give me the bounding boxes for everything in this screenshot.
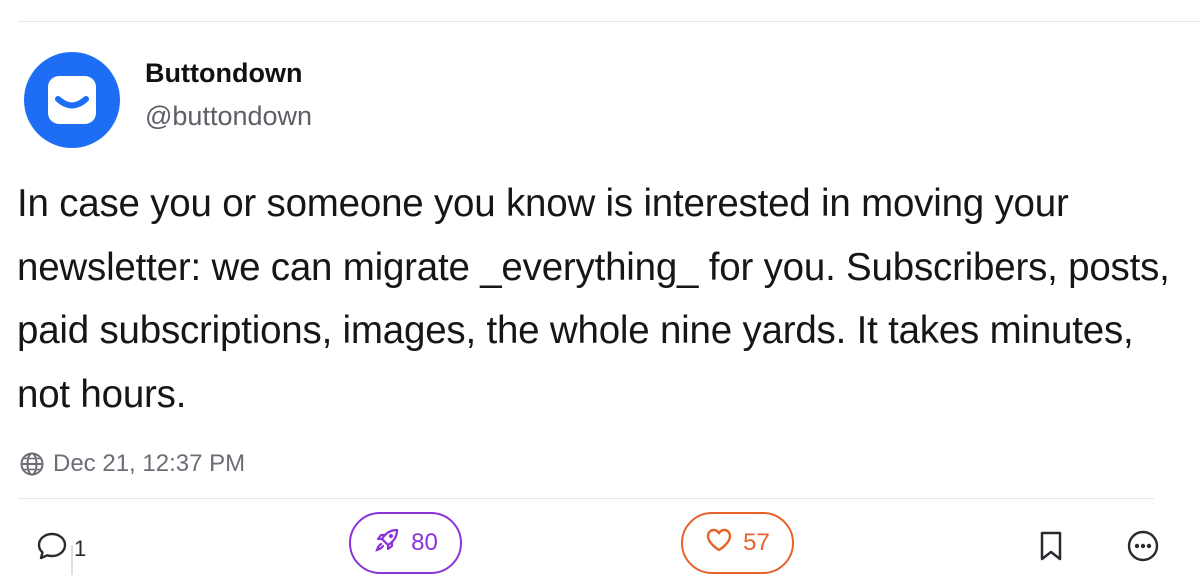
author-display-name[interactable]: Buttondown <box>145 58 302 89</box>
post-meta: Dec 21, 12:37 PM <box>19 450 245 478</box>
post-timestamp[interactable]: Dec 21, 12:37 PM <box>53 450 245 478</box>
more-options-button[interactable] <box>1126 529 1160 568</box>
thread-line <box>71 545 73 575</box>
post-actions-bar: 1 80 57 <box>0 512 1200 575</box>
boost-count: 80 <box>411 529 438 556</box>
reply-count: 1 <box>74 536 87 561</box>
bookmark-button[interactable] <box>1038 530 1064 567</box>
globe-icon <box>19 451 45 477</box>
more-options-icon <box>1126 530 1160 567</box>
like-count: 57 <box>743 529 770 556</box>
post-card: Buttondown @buttondown In case you or so… <box>0 0 1200 575</box>
speech-bubble-icon <box>36 530 68 568</box>
rocket-icon <box>373 526 401 561</box>
actions-divider <box>18 498 1154 499</box>
author-avatar[interactable] <box>24 52 120 148</box>
boost-button[interactable]: 80 <box>349 512 462 574</box>
buttondown-logo-icon <box>48 76 96 124</box>
like-button[interactable]: 57 <box>681 512 794 574</box>
reply-button[interactable]: 1 <box>36 530 86 568</box>
bookmark-icon <box>1038 531 1064 566</box>
post-body-text: In case you or someone you know is inter… <box>17 182 1170 416</box>
heart-icon <box>705 527 733 560</box>
author-handle[interactable]: @buttondown <box>145 101 312 132</box>
